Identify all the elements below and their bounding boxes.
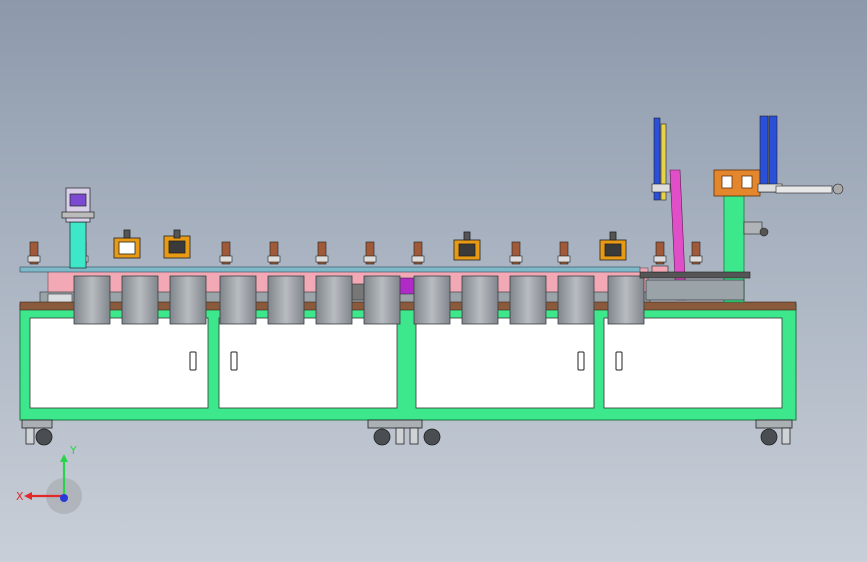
caster-wheels — [21, 419, 793, 446]
nozzle-station — [267, 241, 281, 265]
conveyor-rail — [19, 266, 641, 273]
x-axis-label: X — [16, 490, 24, 503]
hopper — [363, 275, 401, 325]
door-handle-icon — [615, 351, 623, 371]
vertical-cylinders-left — [651, 117, 671, 201]
door-handle-icon — [577, 351, 585, 371]
hopper — [461, 275, 499, 325]
fixture-head — [599, 231, 627, 261]
horizontal-cylinder — [775, 183, 844, 195]
hopper — [315, 275, 353, 325]
door-panel — [218, 317, 398, 409]
hopper — [267, 275, 305, 325]
nozzle-station — [557, 241, 571, 265]
nozzle-station — [363, 241, 377, 265]
orange-crossbeam — [713, 169, 761, 197]
hopper — [607, 275, 645, 325]
fixture-head — [113, 229, 141, 259]
coordinate-triad: X Y — [16, 444, 82, 514]
fixture-head — [163, 229, 191, 259]
hopper — [169, 275, 207, 325]
nozzle-station — [411, 241, 425, 265]
nozzle-station — [27, 241, 41, 265]
hopper — [413, 275, 451, 325]
vertical-cylinders-right — [757, 115, 783, 193]
nozzle-station — [219, 241, 233, 265]
hopper — [121, 275, 159, 325]
door-handle-icon — [189, 351, 197, 371]
nozzle-station — [689, 241, 703, 265]
door-panel — [415, 317, 595, 409]
vision-sensor — [743, 221, 769, 237]
hopper — [73, 275, 111, 325]
door-panel — [29, 317, 209, 409]
cad-viewport[interactable]: X Y — [0, 0, 867, 562]
nozzle-station — [653, 241, 667, 265]
door-handle-icon — [230, 351, 238, 371]
y-axis-label: Y — [69, 444, 77, 457]
hopper — [509, 275, 547, 325]
assembly-drawing: X Y — [16, 115, 844, 514]
nozzle-station — [509, 241, 523, 265]
door-panel — [603, 317, 783, 409]
hopper — [557, 275, 595, 325]
left-tower — [61, 187, 95, 269]
hopper — [219, 275, 257, 325]
fixture-head — [453, 231, 481, 261]
nozzle-station — [315, 241, 329, 265]
